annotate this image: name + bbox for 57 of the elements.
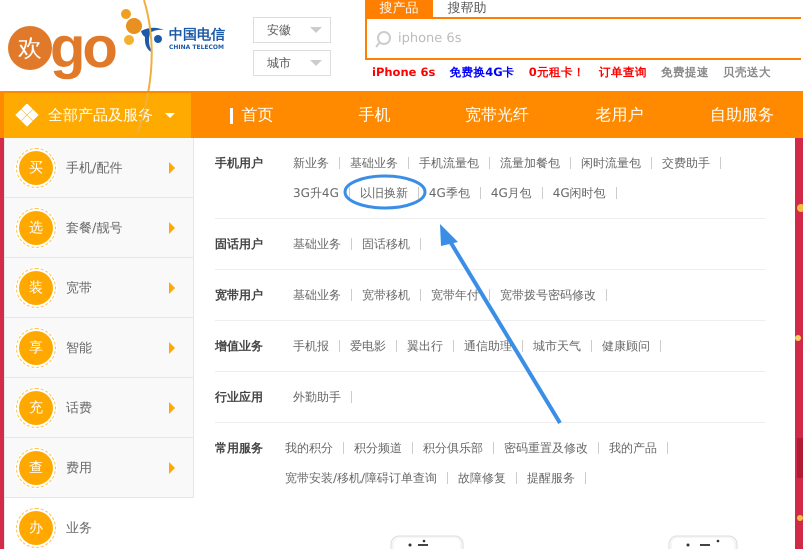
service-link[interactable]: 积分俱乐部 (413, 442, 494, 454)
service-link[interactable]: 我的产品 (599, 442, 668, 454)
service-link[interactable]: 宽带移机 (352, 289, 421, 301)
category-item[interactable]: 选 套餐/靓号 (4, 198, 194, 258)
quick-link[interactable]: 免费提速 (660, 65, 709, 80)
group-title: 行业应用 (215, 389, 264, 406)
region-dropdown[interactable]: 安徽 (253, 17, 331, 43)
service-link[interactable]: 宽带拨号密码修改 (490, 289, 607, 301)
group-title: 常用服务 (215, 440, 264, 457)
group-title: 宽带用户 (215, 287, 264, 304)
service-link[interactable]: 基础业务 (293, 238, 352, 250)
service-link[interactable]: 积分频道 (344, 442, 413, 454)
service-link[interactable]: 新业务 (293, 157, 340, 169)
service-link[interactable]: 流量加餐包 (490, 157, 571, 169)
service-link[interactable]: 宽带年付 (421, 289, 490, 301)
service-link[interactable]: 闲时流量包 (571, 157, 652, 169)
category-item[interactable]: 享 智能 (4, 318, 194, 378)
service-link[interactable]: 健康顾问 (592, 340, 661, 352)
category-item[interactable]: 买 手机/配件 (4, 138, 194, 198)
service-link[interactable]: 4G月包 (480, 187, 543, 199)
group-title: 手机用户 (215, 155, 264, 172)
service-link[interactable]: 密码重置及修改 (494, 442, 599, 454)
service-link[interactable]: 翼出行 (397, 340, 454, 352)
quick-link[interactable]: 0元租卡！ (528, 65, 585, 80)
group-title: 增值业务 (215, 338, 264, 355)
service-link[interactable]: 4G闲时包 (542, 187, 617, 199)
quick-link[interactable]: 订单查询 (598, 65, 647, 80)
logo-text: go (50, 19, 115, 77)
search-tab[interactable]: 搜帮助 (433, 0, 501, 17)
quick-link[interactable]: 免费换4G卡 (449, 65, 515, 80)
group-title: 固话用户 (215, 236, 264, 253)
service-link[interactable]: 3G升4G (293, 187, 350, 199)
brand-name: 中国电信 (169, 26, 225, 44)
service-link[interactable]: 城市天气 (523, 340, 592, 352)
category-item[interactable]: 装 宽带 (4, 258, 194, 318)
service-link[interactable]: 交费助手 (652, 157, 721, 169)
service-link[interactable]: 手机流量包 (409, 157, 490, 169)
service-link[interactable]: 基础业务 (340, 157, 409, 169)
region-dropdown[interactable]: 城市 (253, 50, 331, 76)
service-link[interactable]: 以旧换新 (350, 187, 419, 199)
service-link[interactable]: 基础业务 (293, 289, 352, 301)
diamond-grid-icon (14, 104, 40, 128)
service-link[interactable]: 4G季包 (418, 187, 481, 199)
logo-badge: 欢 (8, 26, 52, 70)
service-link[interactable]: 宽带安装/移机/障碍订单查询 (285, 472, 448, 484)
search-icon (375, 30, 392, 48)
quick-link[interactable]: iPhone 6s (372, 65, 436, 80)
category-item[interactable]: 查 费用 (4, 438, 194, 498)
service-link[interactable]: 固话移机 (352, 238, 421, 250)
category-item[interactable]: 充 话费 (4, 378, 194, 438)
quick-link[interactable]: 贝壳送大 (722, 65, 771, 80)
service-link[interactable]: 提醒服务 (517, 472, 586, 484)
service-link[interactable]: 外勤助手 (293, 391, 352, 403)
service-link[interactable]: 我的积分 (285, 442, 344, 454)
service-link[interactable]: 爱电影 (340, 340, 397, 352)
service-link[interactable]: 手机报 (293, 340, 340, 352)
service-link[interactable]: 故障修复 (448, 472, 518, 484)
